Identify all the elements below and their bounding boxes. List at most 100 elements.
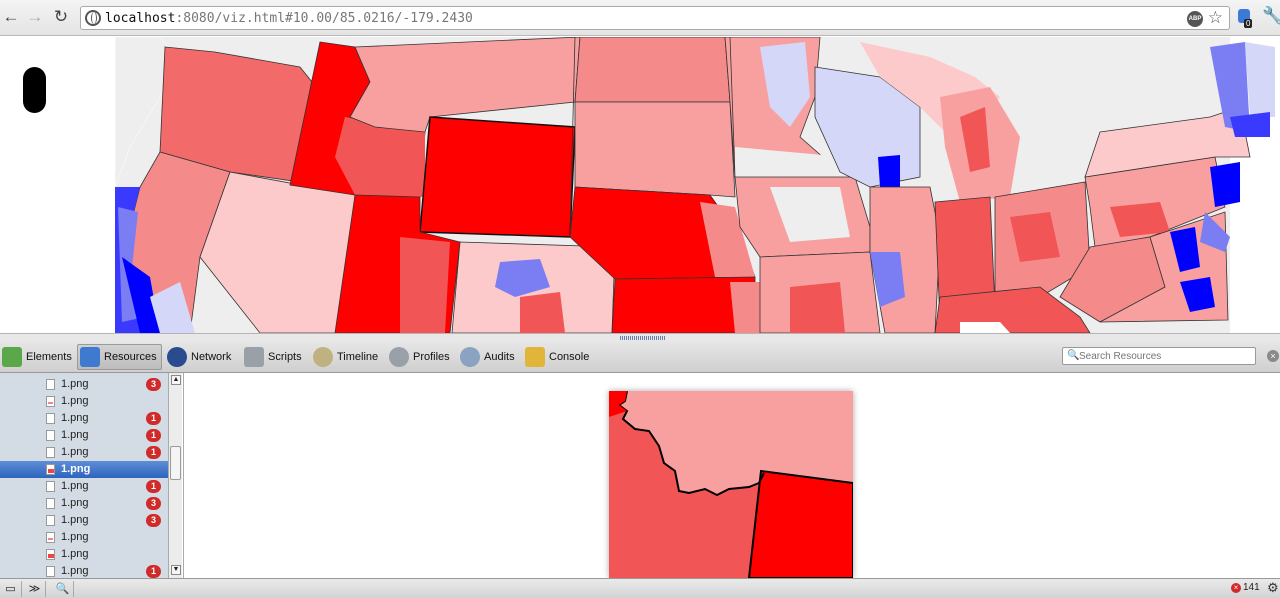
tab-label: Profiles — [413, 351, 450, 363]
tab-audits[interactable]: Audits — [458, 344, 519, 370]
resource-name: 1.png — [61, 463, 91, 475]
devtools-splitter[interactable] — [0, 333, 1280, 341]
tab-timeline[interactable]: Timeline — [311, 344, 382, 370]
map-viewport[interactable] — [0, 37, 1280, 333]
resource-row[interactable]: 1.png 3 — [0, 376, 168, 393]
resource-row[interactable]: 1.png — [0, 546, 168, 563]
extension-icon[interactable]: 0 — [1238, 7, 1254, 29]
scroll-down-icon[interactable]: ▼ — [171, 565, 181, 575]
forward-arrow-icon[interactable]: → — [24, 6, 46, 28]
search-icon: 🔍 — [1067, 350, 1080, 361]
tab-label: Audits — [484, 351, 515, 363]
reload-icon[interactable]: ↻ — [50, 6, 72, 28]
tab-label: Network — [191, 351, 232, 363]
tab-resources[interactable]: Resources — [77, 344, 162, 370]
error-badge: 3 — [146, 514, 161, 527]
resource-row[interactable]: 1.png 1 — [0, 410, 168, 427]
resource-row[interactable]: 1.png 1 — [0, 444, 168, 461]
error-counter[interactable]: × 141 — [1231, 582, 1260, 593]
extension-badge: 0 — [1244, 19, 1253, 28]
resource-name: 1.png — [61, 480, 89, 492]
tile-image-preview — [609, 391, 853, 578]
file-icon — [46, 447, 55, 458]
profiles-icon — [389, 347, 409, 367]
error-badge: 1 — [146, 446, 161, 459]
gear-icon[interactable]: ⚙ — [1267, 580, 1279, 596]
tab-profiles[interactable]: Profiles — [387, 344, 454, 370]
tab-elements[interactable]: Elements — [0, 344, 76, 370]
error-badge: 3 — [146, 378, 161, 391]
resource-row[interactable]: 1.png 1 — [0, 478, 168, 495]
resource-row[interactable]: 1.png 1 — [0, 427, 168, 444]
search-icon[interactable]: 🔍 — [52, 581, 74, 597]
resources-sidebar: 1.png 3 1.png 1.png 1 1.png 1 1.png 1 1.png 1.png 1… — [0, 373, 168, 578]
console-icon — [525, 347, 545, 367]
resource-name: 1.png — [61, 497, 89, 509]
resources-icon — [80, 347, 100, 367]
console-toggle-icon[interactable]: ≫ — [24, 581, 46, 597]
globe-icon — [85, 10, 101, 26]
sidebar-scrollbar[interactable]: ▲ ▼ — [168, 373, 182, 578]
error-badge: 3 — [146, 497, 161, 510]
file-icon — [46, 549, 55, 560]
tab-label: Elements — [26, 351, 72, 363]
resource-row[interactable]: 1.png — [0, 461, 168, 478]
file-icon — [46, 498, 55, 509]
address-bar[interactable]: localhost:8080/viz.html#10.00/85.0216/-1… — [80, 6, 1230, 30]
resource-name: 1.png — [61, 395, 89, 407]
close-icon[interactable]: × — [1267, 350, 1279, 362]
zoom-control-pill[interactable] — [23, 67, 46, 113]
wrench-menu-icon[interactable]: 🔧 — [1262, 6, 1280, 26]
error-badge: 1 — [146, 429, 161, 442]
resource-name: 1.png — [61, 429, 89, 441]
tab-console[interactable]: Console — [523, 344, 593, 370]
error-badge: 1 — [146, 480, 161, 493]
resource-name: 1.png — [61, 548, 89, 560]
resource-row[interactable]: 1.png 3 — [0, 512, 168, 529]
resource-preview — [183, 373, 1280, 578]
search-resources-input[interactable] — [1079, 349, 1251, 363]
file-icon — [46, 515, 55, 526]
scripts-icon — [244, 347, 264, 367]
resource-row[interactable]: 1.png 1 — [0, 563, 168, 578]
tab-network[interactable]: Network — [165, 344, 235, 370]
error-count-text: 141 — [1243, 582, 1260, 593]
file-icon — [46, 413, 55, 424]
splitter-grip-icon[interactable] — [620, 336, 666, 340]
search-resources-field[interactable]: 🔍 — [1062, 347, 1256, 365]
elements-icon — [2, 347, 22, 367]
back-arrow-icon[interactable]: ← — [0, 6, 22, 28]
resource-row[interactable]: 1.png — [0, 529, 168, 546]
error-icon: × — [1231, 582, 1241, 593]
resource-name: 1.png — [61, 514, 89, 526]
resource-name: 1.png — [61, 565, 89, 577]
tab-scripts[interactable]: Scripts — [242, 344, 306, 370]
devtools-toolbar: Elements Resources Network Scripts Timel… — [0, 341, 1280, 373]
choropleth-map — [0, 37, 1280, 333]
resource-row[interactable]: 1.png 3 — [0, 495, 168, 512]
error-badge: 1 — [146, 412, 161, 425]
tab-label: Scripts — [268, 351, 302, 363]
resource-name: 1.png — [61, 531, 89, 543]
resource-name: 1.png — [61, 412, 89, 424]
bookmark-star-icon[interactable]: ☆ — [1208, 8, 1223, 28]
adblock-icon[interactable]: ABP — [1187, 11, 1203, 27]
network-icon — [167, 347, 187, 367]
file-icon — [46, 532, 55, 543]
url-text[interactable]: localhost:8080/viz.html#10.00/85.0216/-1… — [105, 11, 473, 26]
file-icon — [46, 430, 55, 441]
file-icon — [46, 566, 55, 577]
timeline-icon — [313, 347, 333, 367]
file-icon — [46, 464, 55, 475]
error-badge: 1 — [146, 565, 161, 578]
resource-name: 1.png — [61, 446, 89, 458]
resource-name: 1.png — [61, 378, 89, 390]
file-icon — [46, 396, 55, 407]
scroll-up-icon[interactable]: ▲ — [171, 375, 181, 385]
dock-icon[interactable]: ▭ — [0, 581, 22, 597]
audits-icon — [460, 347, 480, 367]
browser-toolbar: ← → ↻ localhost:8080/viz.html#10.00/85.0… — [0, 0, 1280, 36]
resource-row[interactable]: 1.png — [0, 393, 168, 410]
tab-label: Console — [549, 351, 590, 363]
scroll-thumb[interactable] — [170, 446, 181, 480]
